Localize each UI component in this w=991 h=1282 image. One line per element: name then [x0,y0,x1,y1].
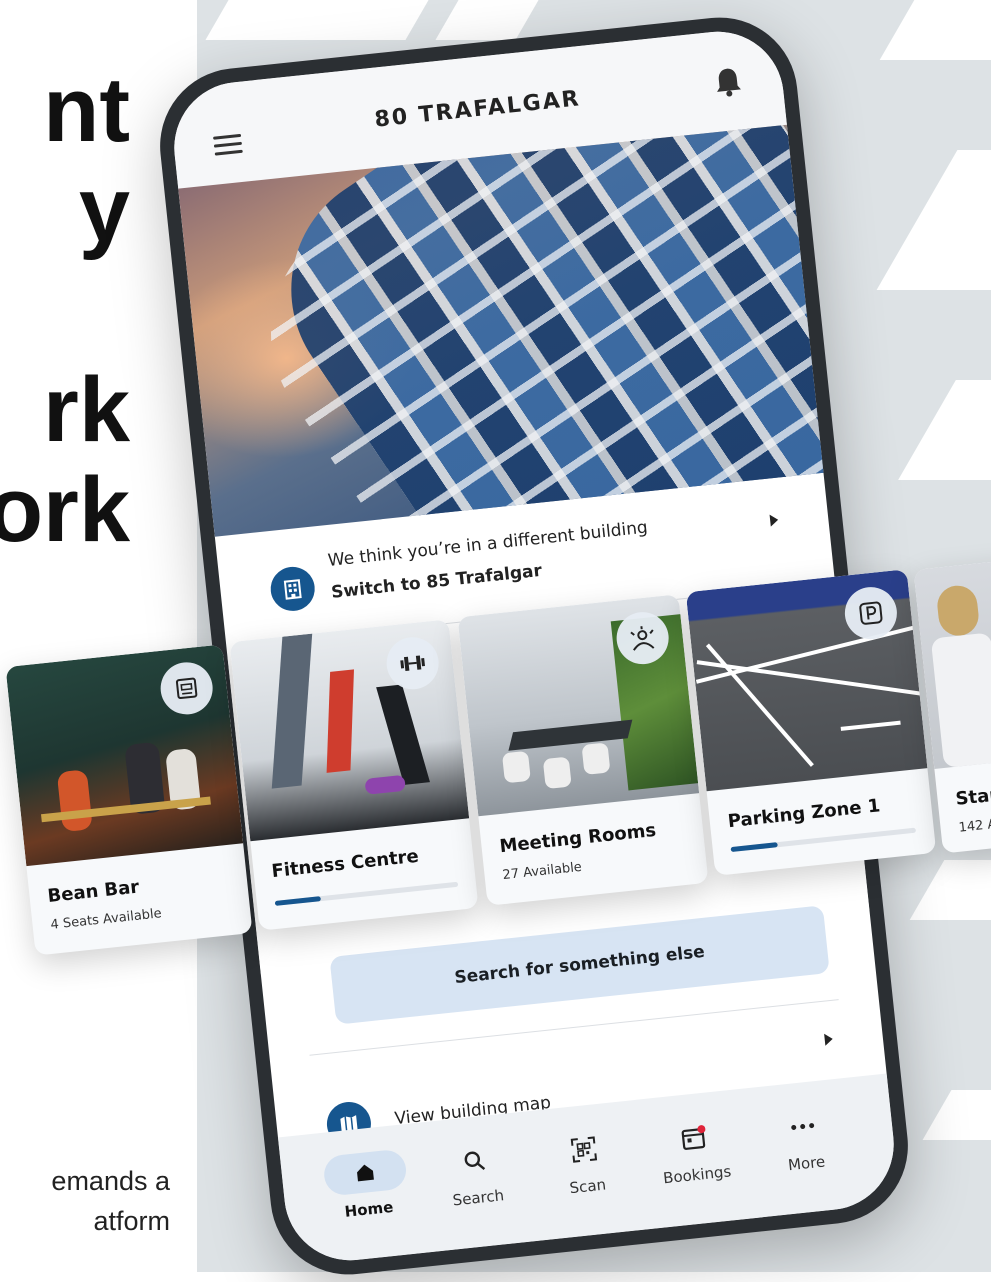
building-hero-image [178,124,824,537]
headline-line-1: nt [43,59,130,161]
search-icon [464,1151,486,1170]
nav-bookings-label: Bookings [662,1162,733,1188]
more-dots-icon [791,1123,815,1130]
subtext-line-1: emands a [51,1166,170,1196]
bg-slash [879,0,991,60]
caret-right-icon [824,1032,834,1046]
nav-home[interactable]: Home [308,1147,424,1224]
capacity-bar [730,827,917,853]
bell-icon[interactable] [713,65,744,98]
bg-slash [876,150,991,290]
card-parking-zone-1[interactable]: Parking Zone 1 [685,569,937,876]
card-fitness-centre[interactable]: Fitness Centre [229,619,479,931]
nav-more[interactable]: More [746,1101,862,1178]
capacity-bar [274,881,459,906]
card-title: Parking Zone 1 [726,795,882,833]
caret-right-icon [769,513,779,527]
headline-line-4: ork [0,459,130,561]
nav-more-label: More [787,1152,827,1175]
card-subtitle: 4 Seats Available [49,906,163,933]
bg-slash [922,1090,991,1140]
nav-search-label: Search [451,1186,505,1210]
card-title: Bean Bar [46,876,141,907]
card-title: Star [954,784,991,810]
nav-search[interactable]: Search [418,1135,534,1212]
bg-slash [435,0,539,40]
card-subtitle: 27 Available [501,859,583,884]
calendar-icon [681,1125,706,1150]
subtext-line-2: atform [93,1206,170,1236]
headline-line-3: rk [43,359,130,461]
nav-scan-label: Scan [568,1175,607,1198]
card-title: Meeting Rooms [498,819,658,858]
card-meeting-rooms[interactable]: Meeting Rooms 27 Available [457,594,709,906]
home-icon [357,1164,374,1182]
bg-slash [898,380,991,480]
bg-slash [205,0,429,40]
marketing-subtext: emands a atform [0,1162,200,1252]
nav-bookings[interactable]: Bookings [637,1112,753,1189]
card-title: Fitness Centre [270,845,420,883]
nav-home-label: Home [343,1197,395,1221]
banner-message: We think you’re in a different building [326,517,649,572]
qr-scan-icon [570,1136,598,1163]
building-icon [268,564,317,614]
nav-scan[interactable]: Scan [527,1124,643,1201]
headline-line-2: y [78,159,130,261]
bg-slash [909,860,991,920]
card-bean-bar[interactable]: Bean Bar 4 Seats Available [5,644,253,956]
card-subtitle: 142 A [957,816,991,836]
